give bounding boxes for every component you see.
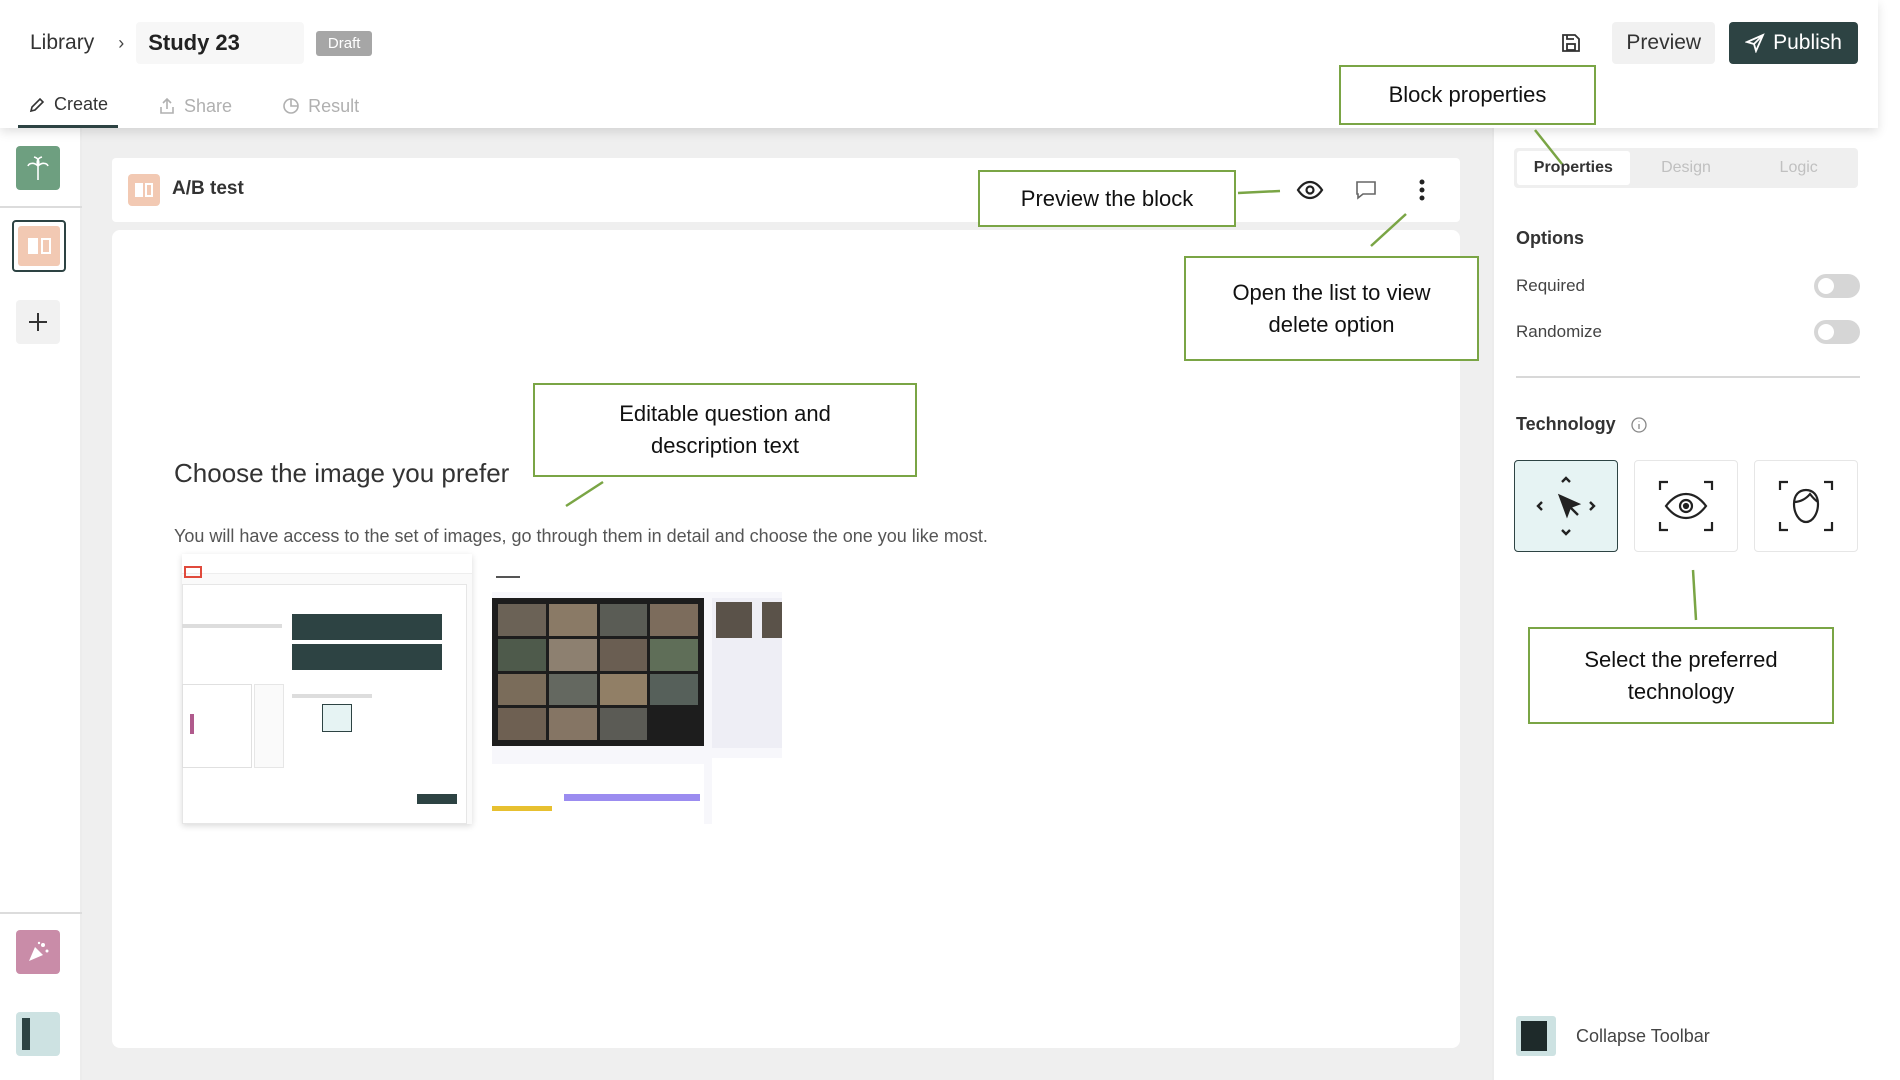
callout-editable-text: Editable question and description text bbox=[533, 383, 917, 477]
option-required: Required bbox=[1516, 274, 1860, 298]
tab-share[interactable]: Share bbox=[148, 92, 242, 128]
rail-divider bbox=[0, 206, 82, 208]
collapse-rail-icon[interactable] bbox=[16, 1012, 60, 1056]
panel-tabs: Properties Design Logic bbox=[1514, 148, 1858, 188]
thank-you-block-thumb[interactable] bbox=[16, 930, 60, 974]
rail-divider-bottom bbox=[0, 912, 82, 914]
option-required-label: Required bbox=[1516, 276, 1585, 295]
tab-logic[interactable]: Logic bbox=[1742, 151, 1855, 185]
tab-properties[interactable]: Properties bbox=[1517, 151, 1630, 185]
panel-divider bbox=[1516, 376, 1860, 378]
ab-test-icon bbox=[18, 226, 60, 266]
question-title[interactable]: Choose the image you prefer bbox=[174, 458, 509, 489]
randomize-toggle[interactable] bbox=[1814, 320, 1860, 344]
chevron-right-icon: › bbox=[118, 32, 125, 53]
technology-title: Technology bbox=[1516, 414, 1616, 434]
callout-open-list: Open the list to view delete option bbox=[1184, 256, 1479, 361]
ab-test-icon bbox=[128, 174, 160, 206]
question-description[interactable]: You will have access to the set of image… bbox=[174, 526, 988, 547]
share-icon bbox=[160, 97, 174, 114]
save-icon[interactable] bbox=[1550, 22, 1592, 64]
pie-chart-icon bbox=[283, 98, 299, 114]
technology-header: Technology bbox=[1516, 414, 1648, 435]
required-toggle[interactable] bbox=[1814, 274, 1860, 298]
breadcrumb-library[interactable]: Library bbox=[30, 31, 94, 55]
top-header: Library › Study 23 Draft Preview Publish… bbox=[0, 0, 1878, 128]
welcome-block-thumb[interactable] bbox=[16, 146, 60, 190]
publish-button[interactable]: Publish bbox=[1729, 22, 1858, 64]
ab-test-block-thumb[interactable] bbox=[12, 220, 66, 272]
breadcrumb: Library › Study 23 Draft bbox=[30, 22, 373, 64]
tab-design[interactable]: Design bbox=[1630, 151, 1743, 185]
tab-create[interactable]: Create bbox=[18, 92, 119, 128]
collapse-toolbar[interactable]: Collapse Toolbar bbox=[1516, 1016, 1710, 1056]
tab-result-label: Result bbox=[308, 95, 360, 116]
send-icon bbox=[1745, 33, 1765, 53]
palm-tree-icon bbox=[27, 156, 49, 180]
publish-label: Publish bbox=[1773, 31, 1842, 54]
eye-icon[interactable] bbox=[1292, 172, 1328, 208]
tech-face-tracking[interactable] bbox=[1754, 460, 1858, 552]
study-name[interactable]: Study 23 bbox=[136, 22, 304, 64]
tab-share-label: Share bbox=[184, 95, 233, 116]
option-image-a[interactable] bbox=[182, 554, 472, 824]
face-tracking-icon bbox=[1778, 480, 1834, 532]
main-tabs: Create Share Result bbox=[18, 92, 369, 128]
callout-select-technology: Select the preferred technology bbox=[1528, 627, 1834, 724]
option-image-b[interactable] bbox=[492, 554, 782, 824]
block-rail bbox=[0, 128, 82, 1080]
status-badge: Draft bbox=[315, 30, 373, 56]
properties-panel: Properties Design Logic Options Required… bbox=[1492, 128, 1878, 1080]
pencil-icon bbox=[29, 97, 45, 112]
more-options-icon[interactable] bbox=[1404, 172, 1440, 208]
option-randomize: Randomize bbox=[1516, 320, 1860, 344]
callout-preview-block: Preview the block bbox=[978, 170, 1236, 227]
mouse-tracking-icon bbox=[1536, 476, 1596, 536]
tab-create-label: Create bbox=[54, 94, 109, 114]
add-block-button[interactable] bbox=[16, 300, 60, 344]
option-randomize-label: Randomize bbox=[1516, 322, 1602, 341]
plus-icon bbox=[29, 313, 47, 331]
info-icon[interactable] bbox=[1630, 416, 1648, 434]
tab-result[interactable]: Result bbox=[272, 92, 369, 128]
options-title: Options bbox=[1516, 228, 1584, 248]
collapse-toolbar-label: Collapse Toolbar bbox=[1576, 1025, 1710, 1046]
tech-mouse-tracking[interactable] bbox=[1514, 460, 1618, 552]
block-title: A/B test bbox=[172, 178, 244, 199]
callout-block-properties: Block properties bbox=[1339, 65, 1596, 125]
party-icon bbox=[29, 941, 49, 961]
comment-icon[interactable] bbox=[1348, 172, 1384, 208]
block-toolbar: A/B test bbox=[112, 158, 1460, 222]
preview-button[interactable]: Preview bbox=[1612, 22, 1716, 64]
header-actions: Preview Publish bbox=[1550, 22, 1858, 64]
collapse-toolbar-icon bbox=[1516, 1016, 1556, 1056]
tech-eye-tracking[interactable] bbox=[1634, 460, 1738, 552]
eye-tracking-icon bbox=[1658, 480, 1714, 532]
